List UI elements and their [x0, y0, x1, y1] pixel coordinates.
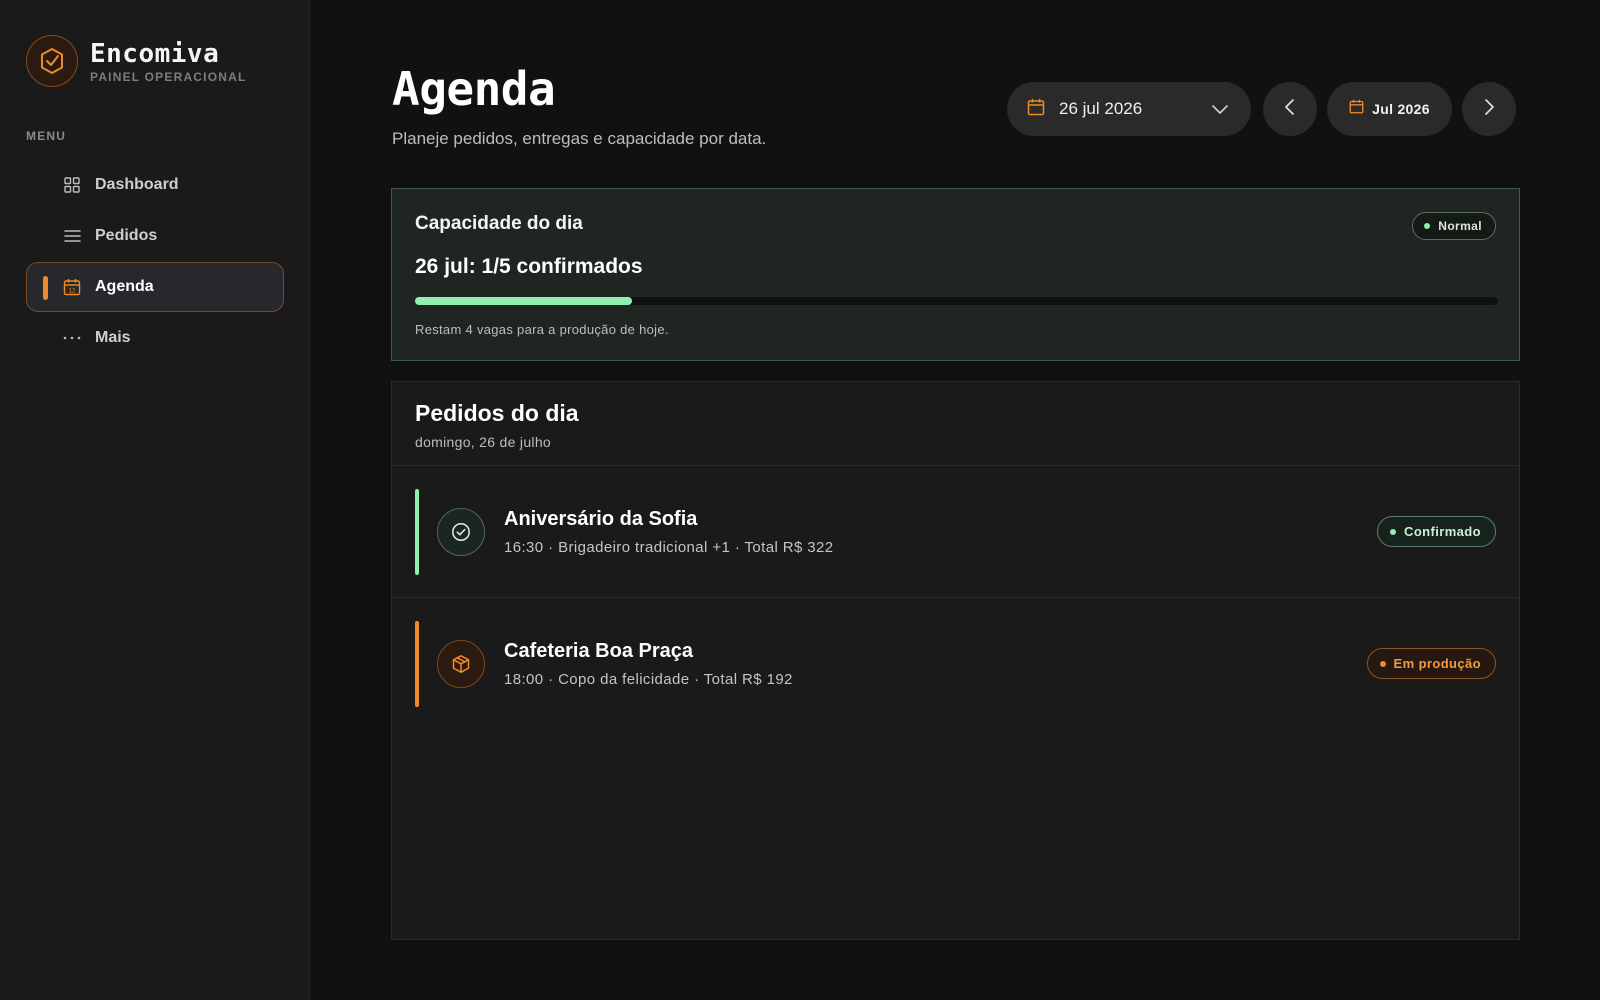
orders-date: domingo, 26 de julho: [415, 434, 551, 450]
status-dot: [1379, 660, 1386, 667]
status-dot: [1424, 223, 1431, 229]
sidebar-nav: Dashboard Pedidos 12 Agenda Mais: [26, 160, 284, 364]
capacity-note: Restam 4 vagas para a produção de hoje.: [415, 322, 669, 337]
status-badge: Normal: [1412, 212, 1496, 240]
order-meta: 18:00 · Copo da felicidade · Total R$ 19…: [504, 671, 793, 688]
chevron-down-icon: [1211, 100, 1229, 123]
orders-panel: Pedidos do dia domingo, 26 de julho Aniv…: [391, 381, 1520, 940]
box-check-icon: [26, 35, 78, 87]
prev-day-button[interactable]: [1263, 82, 1317, 136]
calendar-icon: 12: [63, 278, 81, 296]
brand-text: Encomiva PAINEL OPERACIONAL: [90, 39, 247, 84]
status-dot: [1390, 528, 1397, 535]
order-name: Cafeteria Boa Praça: [504, 640, 693, 662]
sidebar-item-label: Agenda: [95, 278, 154, 295]
list-icon: [63, 227, 81, 245]
more-icon: [63, 329, 81, 347]
order-row[interactable]: Aniversário da Sofia 16:30 · Brigadeiro …: [392, 466, 1519, 598]
order-name: Aniversário da Sofia: [504, 508, 698, 530]
orders-header: Pedidos do dia domingo, 26 de julho: [392, 382, 1519, 466]
app-root: Encomiva PAINEL OPERACIONAL MENU Dashboa…: [0, 0, 1600, 1000]
status-badge: Em produção: [1366, 648, 1496, 679]
sidebar: Encomiva PAINEL OPERACIONAL MENU Dashboa…: [0, 0, 310, 1000]
next-day-button[interactable]: [1462, 82, 1516, 136]
package-icon: [437, 640, 485, 688]
sidebar-item-label: Mais: [95, 329, 131, 346]
sidebar-item-dashboard[interactable]: Dashboard: [26, 160, 284, 210]
capacity-count: 26 jul: 1/5 confirmados: [415, 255, 643, 278]
date-picker[interactable]: 26 jul 2026: [1007, 82, 1251, 136]
order-row[interactable]: Cafeteria Boa Praça 18:00 · Copo da feli…: [392, 598, 1519, 730]
status-label: Normal: [1438, 219, 1482, 233]
page-subtitle: Planeje pedidos, entregas e capacidade p…: [392, 129, 767, 148]
status-badge: Confirmado: [1377, 516, 1496, 547]
orders-title: Pedidos do dia: [415, 400, 579, 426]
page-title: Agenda: [392, 62, 556, 116]
sidebar-item-label: Dashboard: [95, 176, 179, 193]
grid-icon: [63, 176, 81, 194]
calendar-icon: [1349, 99, 1364, 119]
sidebar-item-label: Pedidos: [95, 227, 158, 244]
sidebar-item-agenda[interactable]: 12 Agenda: [26, 262, 284, 312]
month-label: Jul 2026: [1372, 101, 1430, 117]
brand-subtitle: PAINEL OPERACIONAL: [90, 69, 247, 84]
check-circle-icon: [437, 508, 485, 556]
status-label: Em produção: [1393, 656, 1481, 671]
status-label: Confirmado: [1404, 524, 1481, 539]
order-status-bar: [415, 621, 419, 707]
date-picker-value: 26 jul 2026: [1059, 99, 1143, 118]
svg-text:12: 12: [69, 289, 76, 295]
sidebar-item-pedidos[interactable]: Pedidos: [26, 211, 284, 261]
brand-name: Encomiva: [90, 38, 220, 69]
month-button[interactable]: Jul 2026: [1327, 82, 1452, 136]
capacity-title: Capacidade do dia: [415, 213, 583, 234]
chevron-left-icon: [1283, 98, 1297, 120]
order-meta: 16:30 · Brigadeiro tradicional +1 · Tota…: [504, 539, 834, 556]
capacity-card: Capacidade do dia Normal 26 jul: 1/5 con…: [391, 188, 1520, 361]
calendar-icon: [1027, 98, 1045, 121]
order-status-bar: [415, 489, 419, 575]
sidebar-item-mais[interactable]: Mais: [26, 313, 284, 363]
brand[interactable]: Encomiva PAINEL OPERACIONAL: [26, 35, 247, 87]
capacity-progress-fill: [415, 297, 632, 305]
menu-section-label: MENU: [26, 129, 67, 143]
capacity-progress-track: [415, 297, 1498, 305]
chevron-right-icon: [1482, 98, 1496, 120]
